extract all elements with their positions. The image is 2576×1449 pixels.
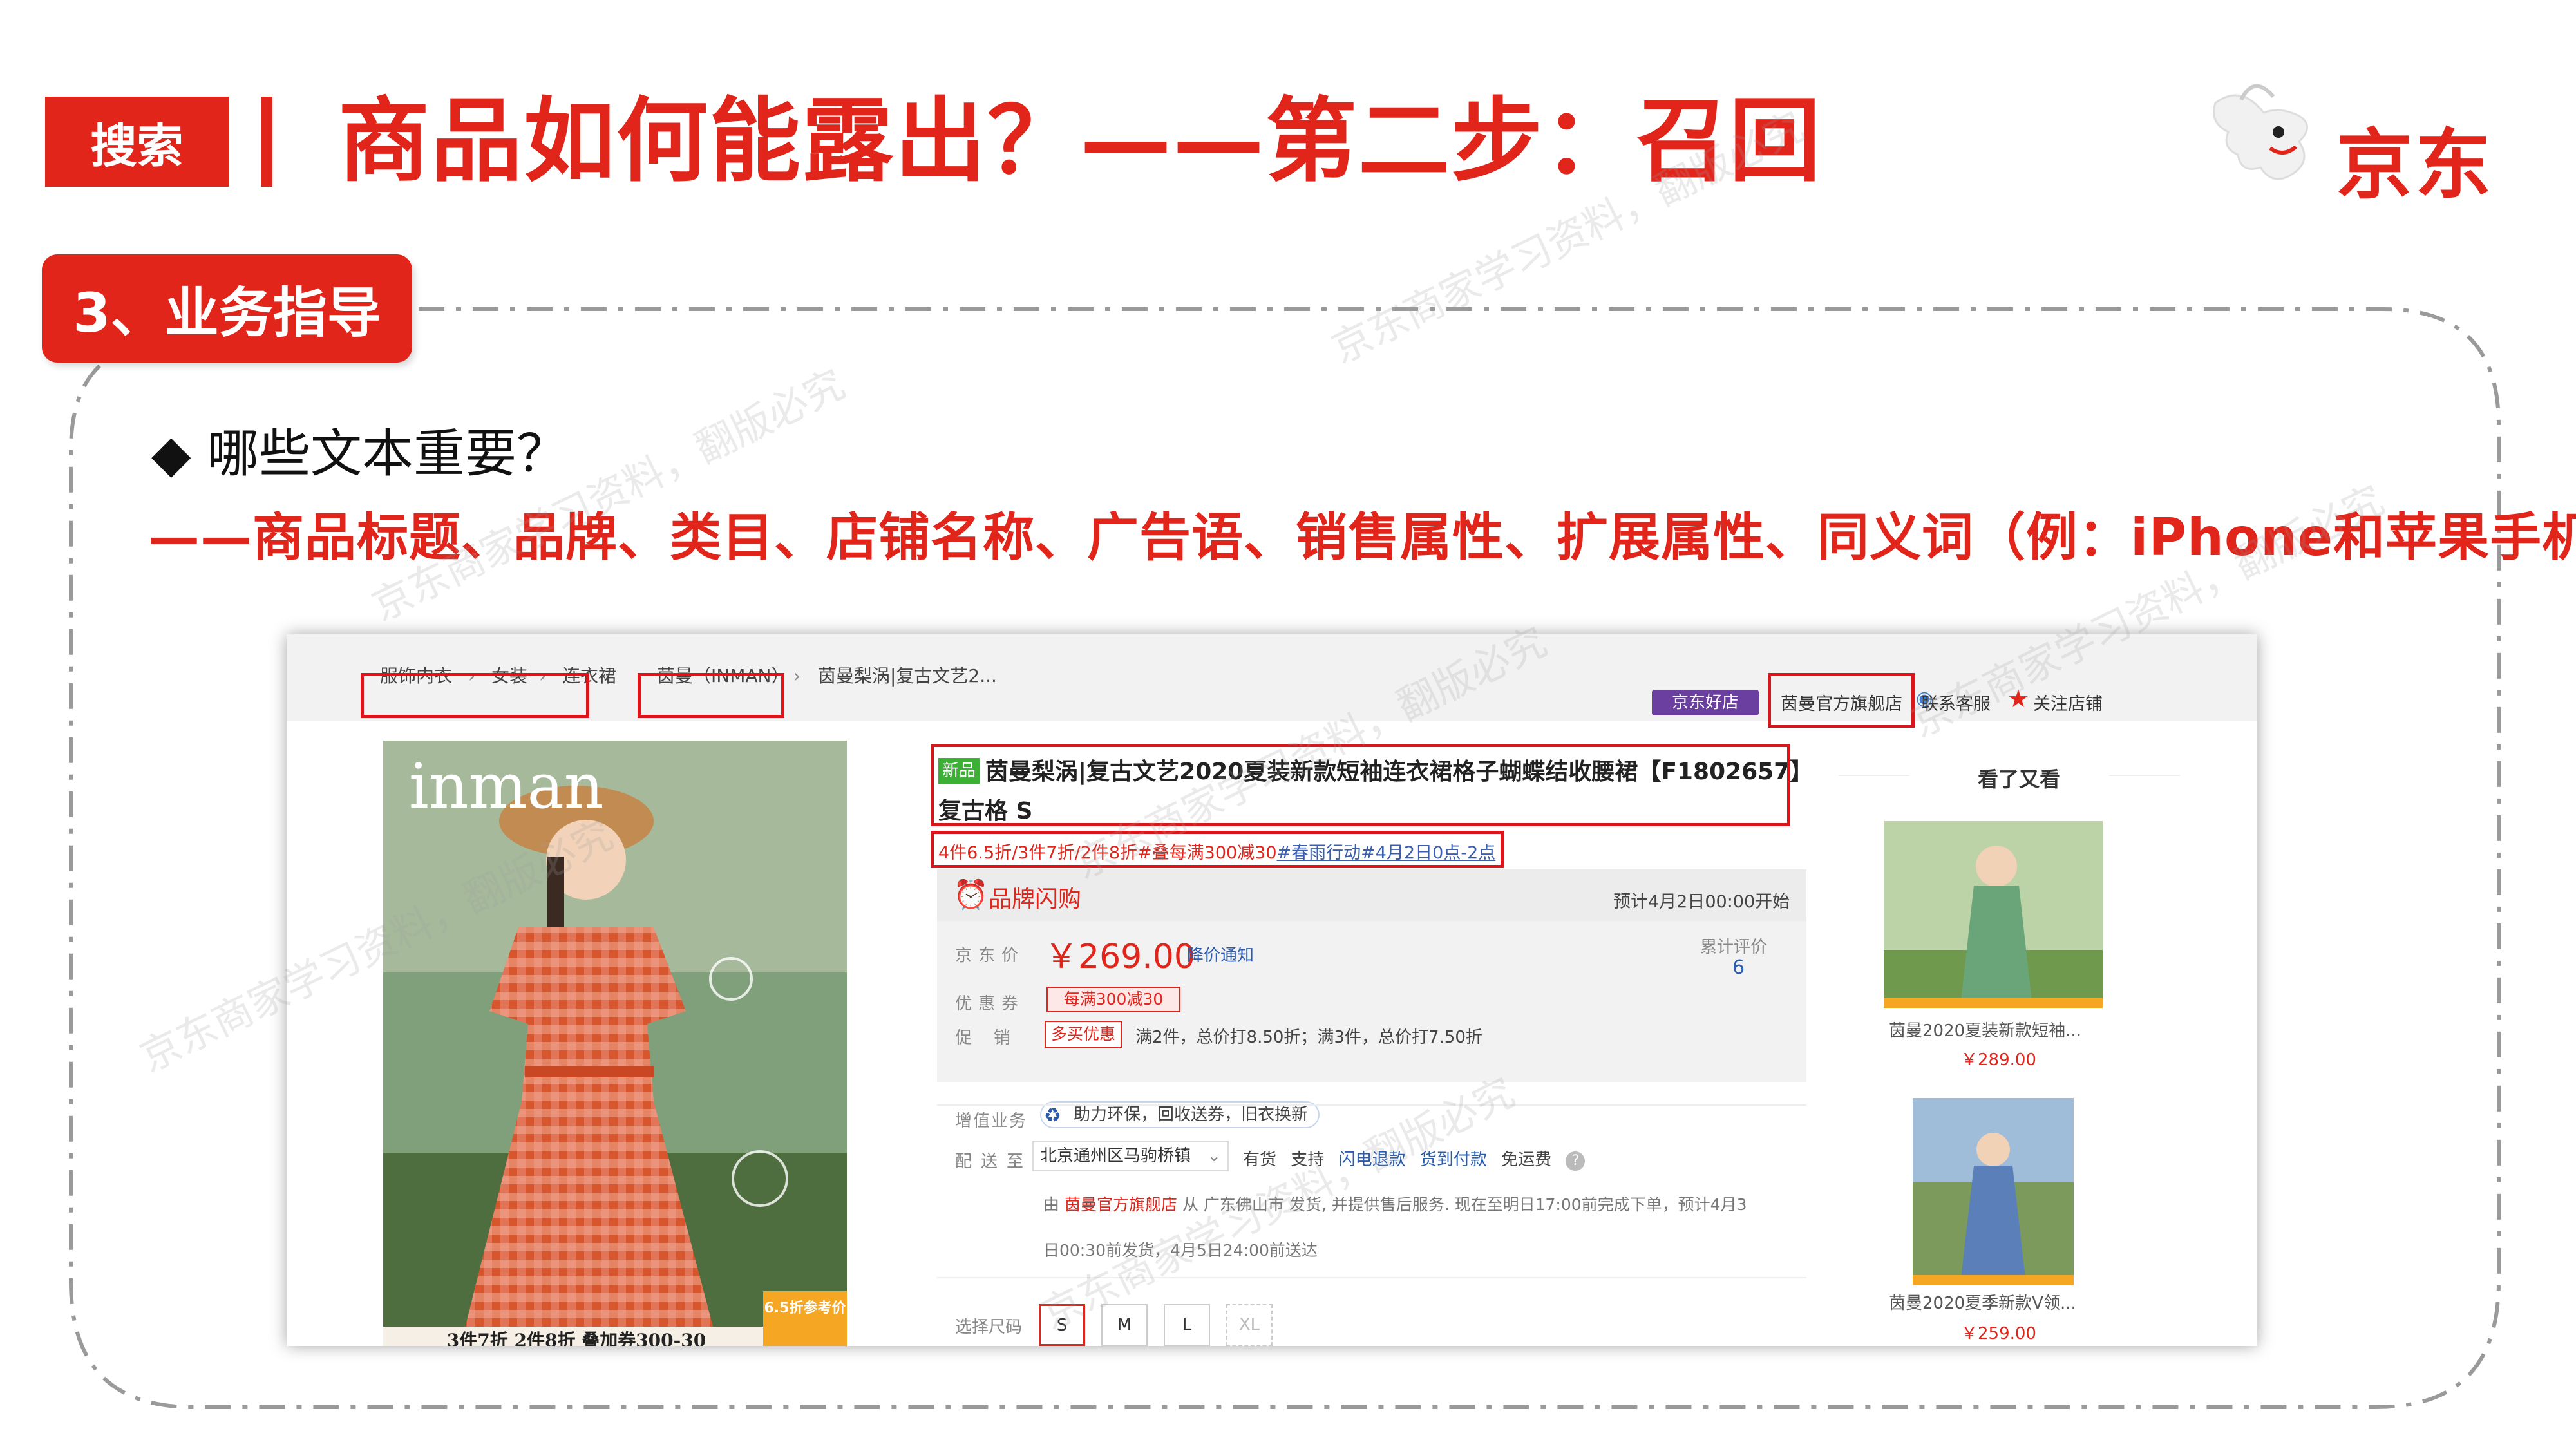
highlight-brand [638,673,784,718]
size-option-xl[interactable]: XL [1226,1304,1273,1346]
size-option-s[interactable]: S [1039,1304,1085,1346]
recommend-name-2[interactable]: 茵曼2020夏季新款V领... [1889,1290,2076,1314]
flash-sale-time: 预计4月2日00:00开始 [1613,892,1790,912]
recommend-image-1[interactable] [1884,821,2103,1008]
product-price: ￥269.00 [1045,938,1195,976]
delivery-address: 北京通州区马驹桥镇 [1040,1146,1191,1166]
side-divider [1839,775,1909,776]
flash-refund-link[interactable]: 闪电退款 [1339,1150,1406,1170]
good-shop-badge[interactable]: 京东好店 [1652,690,1759,715]
size-label: 选择尺码 [955,1318,1023,1337]
delivery-label: 配送至 [955,1152,1033,1171]
side-recommend-title: 看了又看 [1977,767,2060,791]
promo-label: 促销 [955,1028,1033,1048]
shipping-options: 有货 支持 闪电退款 货到付款 免运费 ? [1243,1146,1586,1171]
image-price-badge: 6.5折参考价 [763,1291,847,1346]
section-pill: 3、业务指导 [42,254,412,363]
shipping-note: 由 茵曼官方旗舰店 从 广东佛山市 发货, 并提供售后服务. 现在至明日17:0… [1043,1192,1747,1215]
image-brand-logo: inman [409,750,604,822]
star-icon: ★ [2007,685,2030,713]
image-promo-text: 3件7折 2件8折 叠加券300-30 [383,1327,770,1346]
title-divider [261,97,272,187]
price-notice-link[interactable]: 降价通知 [1187,942,1254,966]
contact-service-link[interactable]: 联系客服 [1921,690,1991,715]
size-option-l[interactable]: L [1164,1304,1210,1346]
ship-note-shop-link[interactable]: 茵曼官方旗舰店 [1065,1195,1177,1214]
highlight-category [361,673,589,718]
help-icon[interactable]: ? [1566,1151,1586,1171]
promo-tag[interactable]: 多买优惠 [1045,1021,1122,1048]
ship-note-rest: 从 广东佛山市 发货, 并提供售后服务. 现在至明日17:00前完成下单，预计4… [1182,1195,1747,1214]
support-label: 支持 [1291,1150,1325,1170]
highlight-title [931,744,1790,826]
recycle-icon: ♻ [1044,1104,1061,1127]
flash-sale-label: 品牌闪购 [989,886,1082,913]
cod-link[interactable]: 货到付款 [1420,1150,1487,1170]
answer-line: ——商品标题、品牌、类目、店铺名称、广告语、销售属性、扩展属性、同义词（例：iP… [148,507,2576,567]
watermark: 京东商家学习资料，翻版必究 [365,360,852,630]
free-shipping-label: 免运费 [1501,1150,1552,1170]
price-label: 京东价 [955,946,1025,965]
ship-note-prefix: 由 [1043,1195,1060,1214]
jd-logo-text: 京东 [2336,120,2494,209]
stock-status: 有货 [1243,1150,1277,1170]
product-page-screenshot: 服饰内衣 › 女装 › 连衣裙 茵曼（INMAN） › 茵曼梨涡|复古文艺2..… [287,634,2257,1346]
divider [937,1277,1806,1278]
product-image [383,741,847,1346]
recommend-image-2[interactable] [1913,1098,2074,1285]
value-added-label: 增值业务 [955,1112,1028,1131]
recommend-name-1[interactable]: 茵曼2020夏装新款短袖... [1889,1018,2081,1041]
delivery-address-select[interactable]: 北京通州区马驹桥镇 ⌄ [1032,1141,1229,1171]
recommend-price-1: ￥289.00 [1961,1050,2036,1070]
chevron-right-icon: › [793,665,801,687]
highlight-slogan [931,831,1504,868]
shipping-note-line2: 日00:30前发货，4月5日24:00前送达 [1043,1241,1318,1260]
alarm-clock-icon: ⏰ [953,878,989,911]
highlight-shop-name [1768,673,1915,728]
slide-title: 商品如何能露出？——第二步：召回 [338,88,1822,194]
promo-text: 满2件，总价打8.50折；满3件，总价打7.50折 [1135,1028,1482,1047]
coupon-tag[interactable]: 每满300减30 [1046,987,1180,1012]
divider [937,1104,1806,1106]
review-label: 累计评价 [1700,938,1768,957]
section-tag: 搜索 [45,97,229,187]
question-line: ◆ 哪些文本重要？ [151,424,568,484]
size-option-m[interactable]: M [1101,1304,1148,1346]
side-divider [2109,775,2180,776]
recommend-price-2: ￥259.00 [1961,1324,2036,1343]
follow-shop-link[interactable]: 关注店铺 [2033,690,2103,715]
coupon-label: 优惠券 [955,994,1025,1014]
breadcrumb-product[interactable]: 茵曼梨涡|复古文艺2... [818,660,997,692]
review-count[interactable]: 6 [1732,956,1745,979]
chevron-down-icon: ⌄ [1207,1146,1221,1166]
